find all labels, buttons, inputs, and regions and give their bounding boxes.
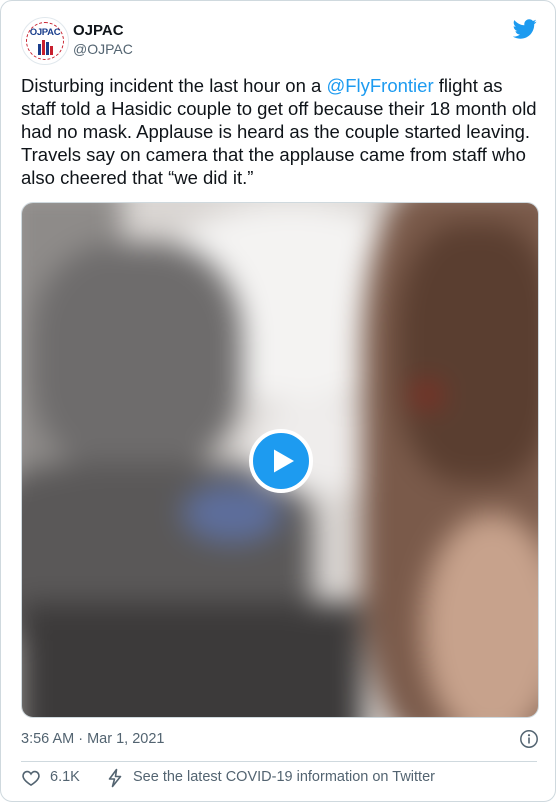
play-button[interactable] <box>249 429 313 493</box>
tweet-card[interactable]: OJPAC OJPAC @OJPAC Disturbing incident t… <box>0 0 556 802</box>
tweet-text: Disturbing incident the last hour on a @… <box>21 74 541 189</box>
tweet-actions: 6.1K See the latest COVID-19 information… <box>21 767 539 791</box>
author-names: OJPAC @OJPAC <box>73 21 133 59</box>
timestamp[interactable]: 3:56 AM · Mar 1, 2021 <box>21 731 164 747</box>
avatar[interactable]: OJPAC <box>21 17 69 65</box>
handle[interactable]: @OJPAC <box>73 40 133 59</box>
tweet-header: OJPAC OJPAC @OJPAC <box>21 17 537 65</box>
tweet-meta: 3:56 AM · Mar 1, 2021 <box>21 729 539 749</box>
video-player[interactable] <box>21 202 539 718</box>
info-icon[interactable] <box>519 729 539 749</box>
heart-icon <box>22 770 40 787</box>
avatar-logo-text: OJPAC <box>29 27 61 38</box>
lightning-icon <box>108 768 122 788</box>
mention-link[interactable]: @FlyFrontier <box>326 75 433 96</box>
play-icon <box>274 449 294 473</box>
avatar-logo-bars <box>38 40 54 55</box>
tweet-text-before: Disturbing incident the last hour on a <box>21 75 327 96</box>
divider <box>21 761 537 762</box>
display-name[interactable]: OJPAC <box>73 21 133 40</box>
covid-info-text: See the latest COVID-19 information on T… <box>133 769 435 785</box>
twitter-bird-icon[interactable] <box>513 17 537 41</box>
like-count: 6.1K <box>50 769 80 785</box>
